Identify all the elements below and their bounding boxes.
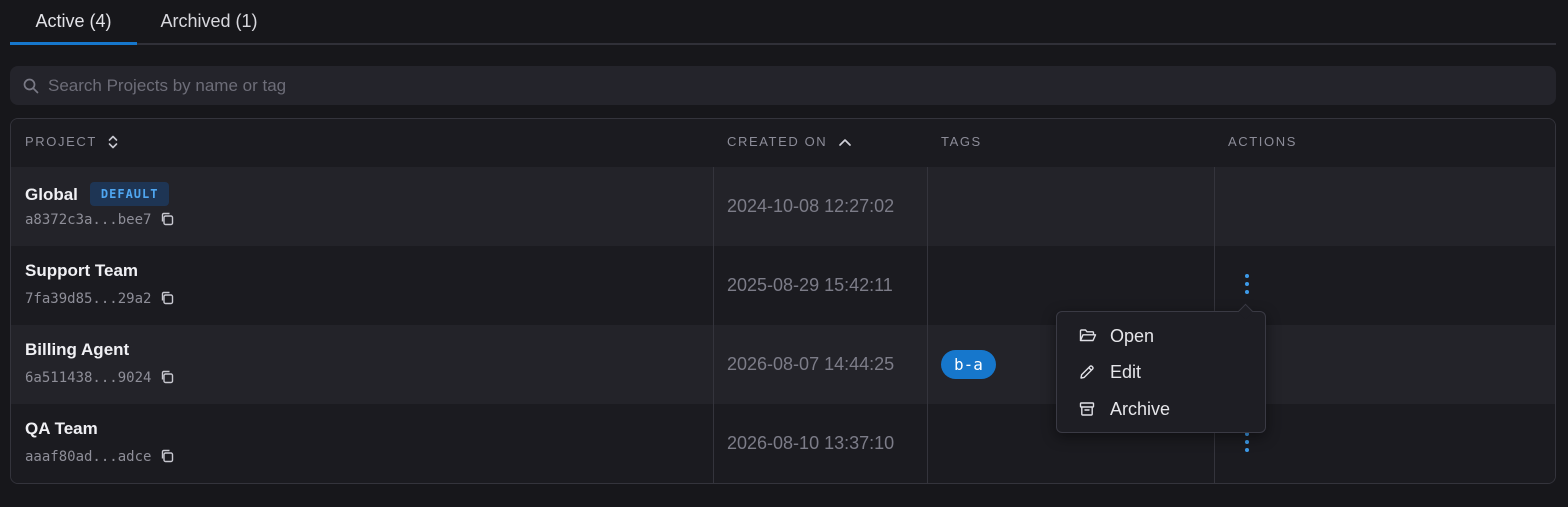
table-header: PROJECT CREATED ON TAGS ACTIONS — [11, 119, 1555, 167]
project-id-text: aaaf80ad...adce — [25, 449, 152, 465]
active-tab-indicator — [10, 42, 137, 45]
header-project[interactable]: PROJECT — [25, 119, 118, 167]
table-row: Global DEFAULT a8372c3a...bee7 2024-10-08… — [11, 167, 1555, 246]
tab-archived-label: Archived (1) — [160, 11, 258, 31]
header-project-label: PROJECT — [25, 134, 97, 149]
project-id-text: 6a511438...9024 — [25, 370, 152, 386]
project-tabs: Active (4) Archived (1) — [10, 0, 1556, 45]
column-divider — [927, 167, 928, 483]
kebab-dot — [1245, 440, 1249, 444]
project-name[interactable]: Global DEFAULT — [25, 182, 170, 206]
copy-icon[interactable] — [160, 212, 174, 226]
copy-icon[interactable] — [160, 449, 174, 463]
project-name-text: Global — [25, 185, 78, 204]
sort-ascending-icon[interactable] — [838, 137, 852, 147]
search-input[interactable] — [48, 66, 1538, 105]
project-name-text: Billing Agent — [25, 340, 130, 359]
menu-item-label: Archive — [1110, 399, 1171, 419]
created-on: 2026-08-10 13:37:10 — [727, 433, 895, 453]
search-icon — [23, 78, 39, 94]
menu-item-archive[interactable]: Archive — [1057, 391, 1265, 427]
project-id: a8372c3a...bee7 — [25, 212, 174, 228]
kebab-dot — [1245, 448, 1249, 452]
header-actions: ACTIONS — [1228, 119, 1297, 167]
created-on: 2026-08-07 14:44:25 — [727, 354, 895, 374]
created-on: 2024-10-08 12:27:02 — [727, 196, 895, 216]
projects-table: PROJECT CREATED ON TAGS ACTIONS Global D… — [10, 118, 1556, 484]
project-id: 7fa39d85...29a2 — [25, 291, 174, 307]
tab-archived[interactable]: Archived (1) — [137, 0, 281, 43]
row-actions-menu: Open Edit Archive — [1056, 311, 1266, 433]
menu-item-open[interactable]: Open — [1057, 318, 1265, 354]
project-name-text: QA Team — [25, 419, 98, 438]
table-row: Billing Agent 6a511438...9024 2026-08-07… — [11, 325, 1555, 404]
kebab-dot — [1245, 274, 1249, 278]
tab-active[interactable]: Active (4) — [10, 0, 137, 45]
menu-item-label: Open — [1110, 326, 1155, 346]
header-actions-label: ACTIONS — [1228, 134, 1297, 149]
created-on: 2025-08-29 15:42:11 — [727, 275, 893, 295]
kebab-dot — [1245, 282, 1249, 286]
project-id-text: a8372c3a...bee7 — [25, 212, 152, 228]
project-name-text: Support Team — [25, 261, 139, 280]
header-created-on-label: CREATED ON — [727, 134, 828, 149]
folder-open-icon — [1079, 329, 1097, 342]
archive-box-icon — [1079, 402, 1095, 416]
copy-icon[interactable] — [160, 291, 174, 305]
search-bar — [10, 66, 1556, 105]
header-tags-label: TAGS — [941, 134, 982, 149]
default-badge: DEFAULT — [89, 182, 170, 206]
menu-item-label: Edit — [1110, 362, 1142, 382]
tag-chip[interactable]: b-a — [941, 350, 996, 379]
table-row: Support Team 7fa39d85...29a2 2025-08-29 … — [11, 246, 1555, 325]
pencil-icon — [1080, 365, 1094, 379]
column-divider — [713, 167, 714, 483]
menu-item-edit[interactable]: Edit — [1057, 354, 1265, 390]
kebab-dot — [1245, 290, 1249, 294]
project-name[interactable]: Support Team — [25, 261, 138, 281]
project-id: 6a511438...9024 — [25, 370, 174, 386]
table-row: QA Team aaaf80ad...adce 2026-08-10 13:37… — [11, 404, 1555, 483]
header-tags: TAGS — [941, 119, 982, 167]
copy-icon[interactable] — [160, 370, 174, 384]
header-created-on[interactable]: CREATED ON — [727, 119, 852, 167]
project-id: aaaf80ad...adce — [25, 449, 174, 465]
tab-active-label: Active (4) — [35, 11, 112, 31]
row-actions-button[interactable] — [1237, 268, 1257, 302]
project-name[interactable]: QA Team — [25, 419, 98, 439]
project-name[interactable]: Billing Agent — [25, 340, 129, 360]
projects-page: Active (4) Archived (1) PROJECT CREATED … — [0, 0, 1568, 507]
project-id-text: 7fa39d85...29a2 — [25, 291, 152, 307]
sort-unsorted-icon[interactable] — [108, 134, 118, 150]
